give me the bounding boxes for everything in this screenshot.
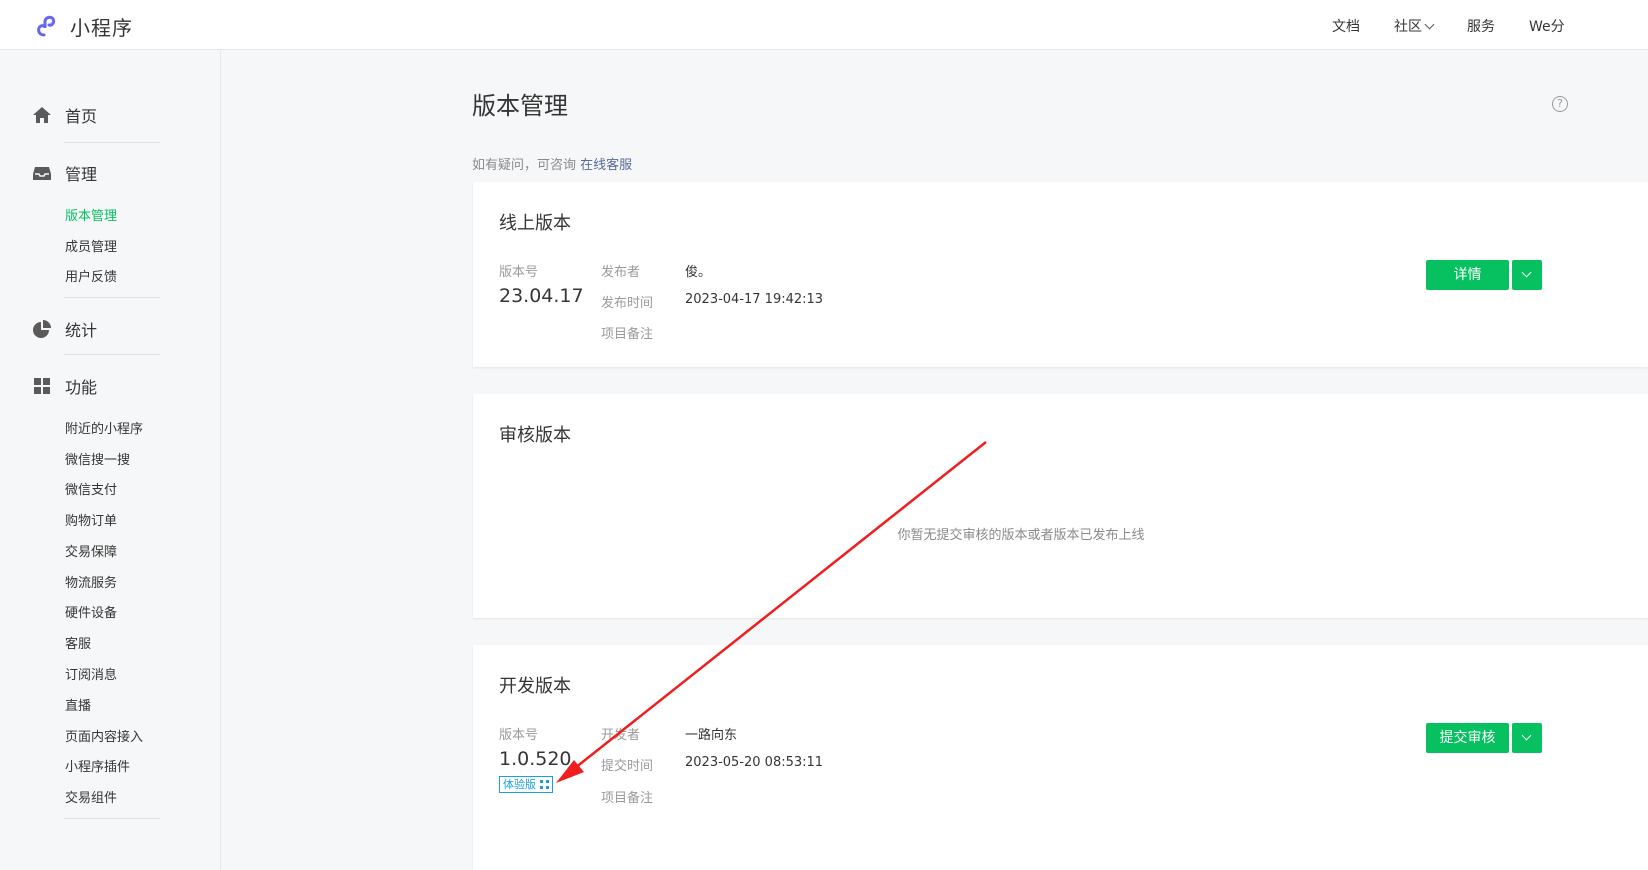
trial-version-label: 体验版 [503,778,536,791]
sidebar-item-wechat-pay[interactable]: 微信支付 [65,479,117,498]
developer-value: 一路向东 [685,728,738,743]
dev-version-card: 开发版本 版本号 1.0.520 体验版 开发者 一路向东 提交时间 2023-… [473,645,1648,870]
details-button[interactable]: 详情 [1426,260,1509,290]
hint-text: 如有疑问，可咨询 [472,158,581,173]
trial-version-tag[interactable]: 体验版 [499,776,553,793]
grid-icon [34,378,50,394]
nav-docs[interactable]: 文档 [1332,16,1360,36]
card-title: 开发版本 [499,676,571,697]
sidebar-item-feedback[interactable]: 用户反馈 [65,266,117,285]
sidebar-manage-label: 管理 [65,165,98,184]
sidebar-divider [64,818,160,819]
sidebar-item-plugins[interactable]: 小程序插件 [65,756,130,775]
sidebar-item-nearby[interactable]: 附近的小程序 [65,418,143,437]
chevron-down-icon [1521,730,1532,741]
top-nav: 文档 社区 服务 We分 [1332,16,1599,36]
nav-services[interactable]: 服务 [1467,16,1495,36]
note-label: 项目备注 [601,327,654,342]
top-bar: 小程序 文档 社区 服务 We分 [0,0,1648,50]
submit-time-label: 提交时间 [601,759,654,774]
version-label: 版本号 [499,728,539,743]
nav-we-analysis[interactable]: We分 [1529,16,1565,36]
submit-time-value: 2023-05-20 08:53:11 [685,755,824,770]
sidebar-manage[interactable]: 管理 [32,161,97,185]
sidebar-item-orders[interactable]: 购物订单 [65,510,117,529]
sidebar-item-customer-service[interactable]: 客服 [65,633,91,652]
nav-community[interactable]: 社区 [1394,16,1435,36]
publish-time-value: 2023-04-17 19:42:13 [685,292,824,307]
version-number: 23.04.17 [499,285,584,307]
sidebar-stats-label: 统计 [65,321,98,340]
sidebar-item-members[interactable]: 成员管理 [65,236,117,255]
sidebar-item-page-content[interactable]: 页面内容接入 [65,726,143,745]
help-icon[interactable]: ? [1552,96,1568,112]
note-label: 项目备注 [601,791,654,806]
sidebar-divider [64,354,160,355]
qr-code-icon [540,780,549,789]
review-version-card: 审核版本 你暂无提交审核的版本或者版本已发布上线 [473,394,1648,618]
sidebar: 首页 管理 版本管理 成员管理 用户反馈 统计 功能 附近的小程序 微信搜一搜 … [0,51,221,870]
submit-review-button[interactable]: 提交审核 [1426,723,1509,753]
sidebar-features[interactable]: 功能 [32,374,97,398]
details-dropdown-button[interactable] [1512,260,1542,290]
sidebar-item-hardware[interactable]: 硬件设备 [65,602,117,621]
nav-community-label: 社区 [1394,19,1422,35]
mini-program-logo-icon [37,15,56,36]
publisher-label: 发布者 [601,265,641,280]
sidebar-item-wechat-search[interactable]: 微信搜一搜 [65,449,130,468]
sidebar-stats[interactable]: 统计 [32,317,97,341]
inbox-icon [33,167,51,180]
sidebar-home[interactable]: 首页 [32,103,97,127]
empty-state-text: 你暂无提交审核的版本或者版本已发布上线 [897,528,1145,543]
sidebar-home-label: 首页 [65,107,98,126]
sidebar-divider [64,142,160,143]
sidebar-item-logistics[interactable]: 物流服务 [65,572,117,591]
sidebar-item-trade-component[interactable]: 交易组件 [65,787,117,806]
chevron-down-icon [1521,267,1532,278]
publish-time-label: 发布时间 [601,296,654,311]
sidebar-item-live[interactable]: 直播 [65,695,91,714]
online-service-link[interactable]: 在线客服 [580,158,632,173]
logo[interactable]: 小程序 [34,12,133,41]
publisher-value: 俊。 [685,265,712,280]
home-icon [33,107,51,123]
developer-label: 开发者 [601,728,641,743]
sidebar-divider [64,297,160,298]
sidebar-item-trade-guarantee[interactable]: 交易保障 [65,541,117,560]
sidebar-features-label: 功能 [65,378,98,397]
sidebar-item-version-management[interactable]: 版本管理 [65,205,117,224]
pie-chart-icon [33,320,51,338]
online-version-card: 线上版本 版本号 23.04.17 发布者 俊。 发布时间 2023-04-17… [473,182,1648,367]
card-title: 审核版本 [499,425,571,446]
sidebar-item-subscribe-msg[interactable]: 订阅消息 [65,664,117,683]
card-title: 线上版本 [499,213,571,234]
page-title: 版本管理 [472,92,568,120]
version-number: 1.0.520 [499,748,572,770]
submit-review-dropdown-button[interactable] [1512,723,1542,753]
help-hint: 如有疑问，可咨询 在线客服 [472,154,632,173]
version-label: 版本号 [499,265,539,280]
chevron-down-icon [1424,19,1435,29]
logo-text: 小程序 [70,16,133,40]
